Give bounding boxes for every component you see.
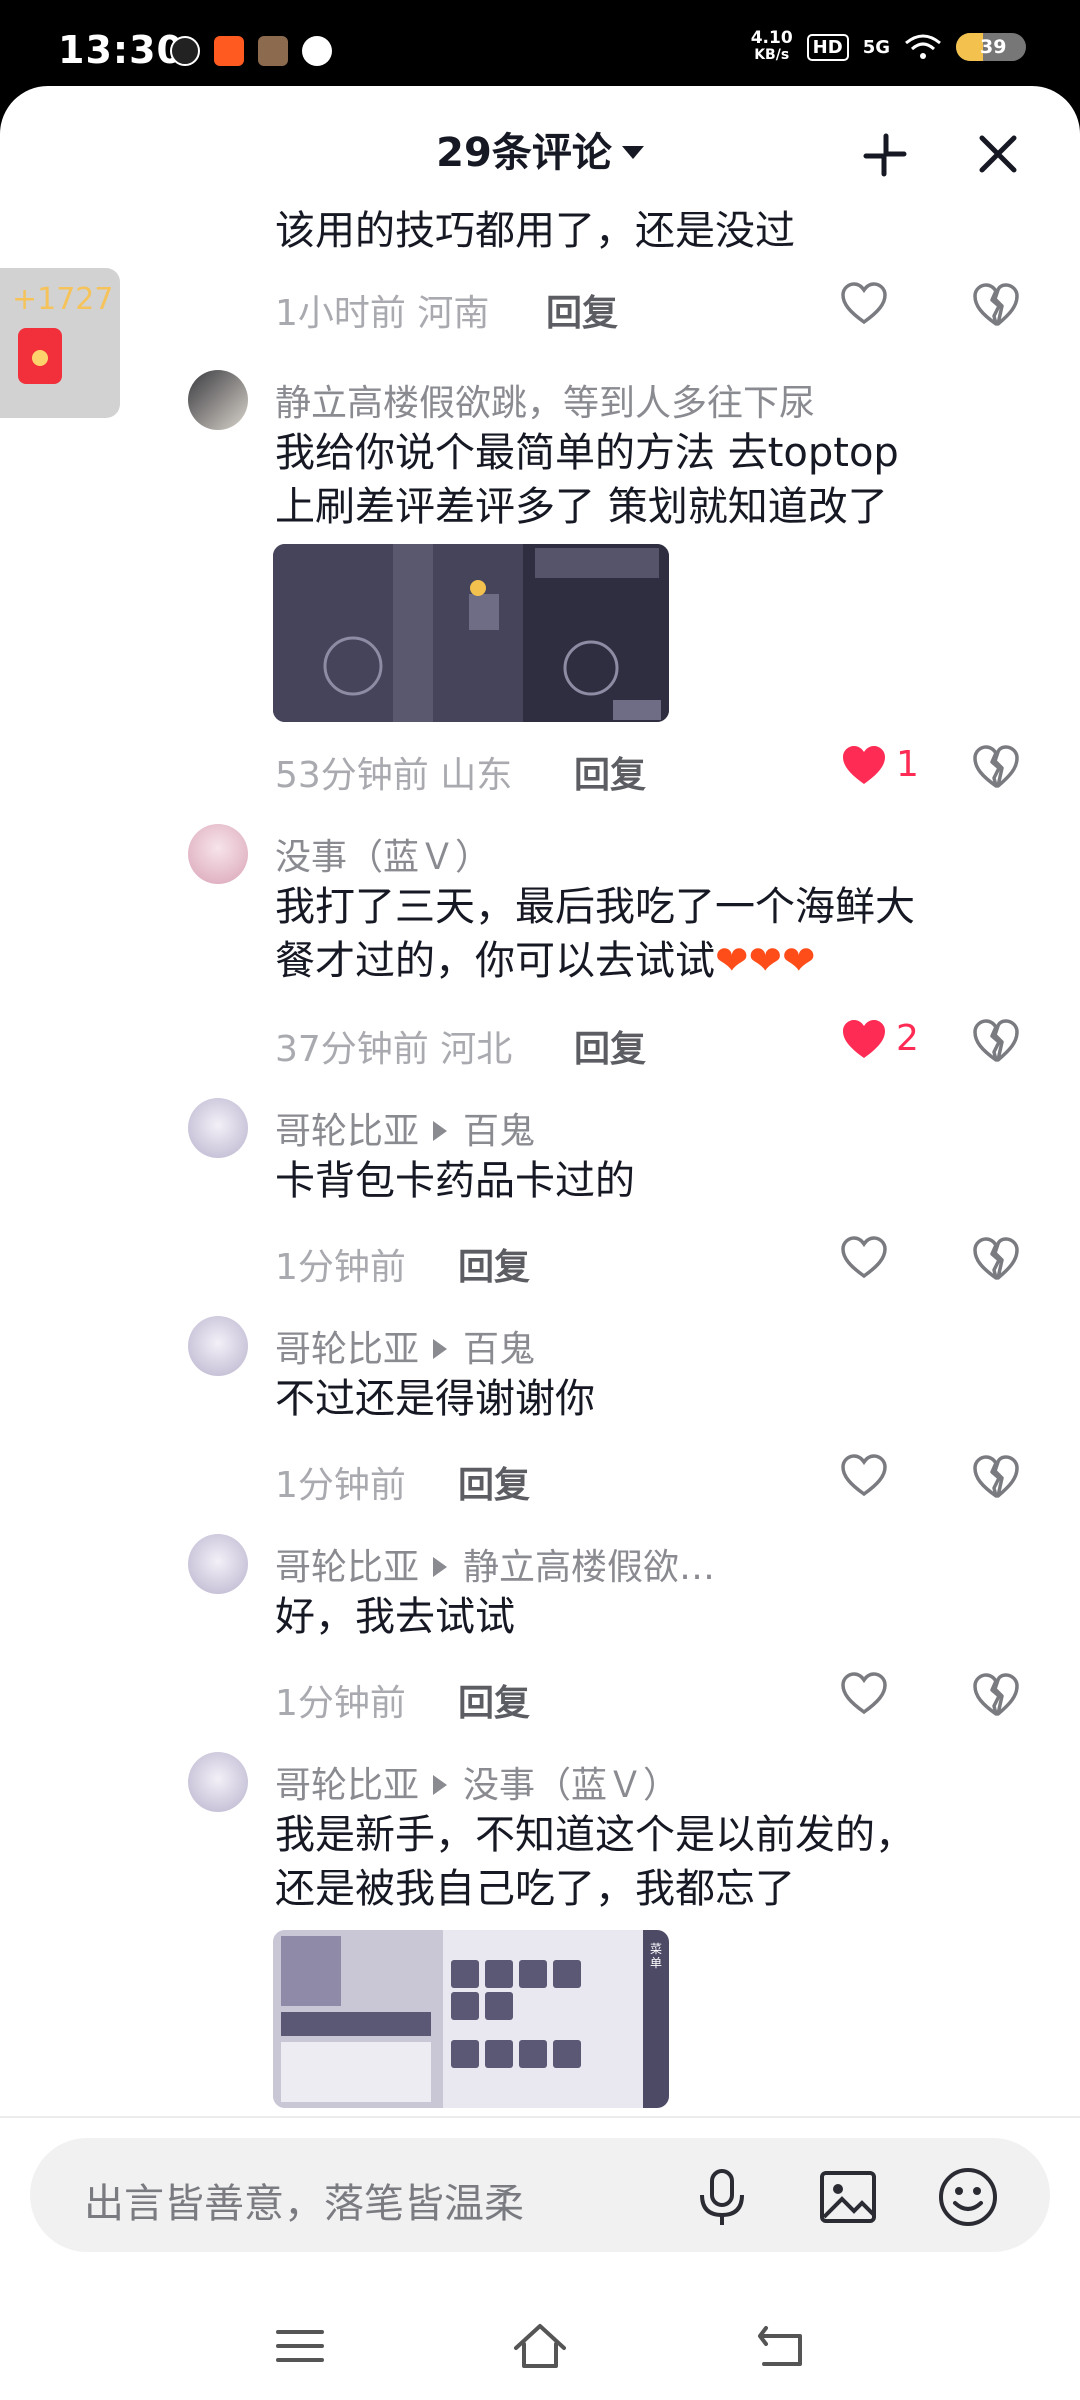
comment-text: 好，我去试试 (275, 1594, 515, 1640)
heart-icon[interactable] (840, 1236, 888, 1280)
reply-button[interactable]: 回复 (546, 284, 618, 336)
battery-indicator: 39 (956, 33, 1026, 61)
battery-percent: 39 (980, 36, 1007, 58)
comment-text-line: 我是新手，不知道这个是以前发的， (275, 1812, 915, 1858)
reply-arrow-icon (433, 1557, 448, 1577)
comment-image-inventory-screenshot[interactable] (273, 1930, 669, 2108)
comment-list: 该用的技巧都用了，还是没过 1小时前 河南 回复 静立高楼假欲跳，等到人多往下尿… (0, 86, 1080, 2116)
comment-author-reply: 哥轮比亚 没事（蓝Ｖ） (275, 1756, 679, 1808)
comment-author-reply: 哥轮比亚 百鬼 (275, 1102, 535, 1154)
net-speed-value: 4.10 (750, 28, 793, 48)
comment-author[interactable]: 哥轮比亚 (275, 1547, 419, 1588)
avatar[interactable] (188, 1752, 248, 1812)
reply-to-user[interactable]: 百鬼 (463, 1111, 535, 1152)
status-time: 13:30 (58, 28, 184, 72)
net-speed: 4.10 KB/s (751, 30, 793, 64)
net-speed-unit: KB/s (754, 47, 790, 63)
comments-sheet: 29条评论 该用的技巧都用了，还是没过 1小时前 河南 回复 静立高楼假欲跳，等… (0, 86, 1080, 2400)
like-count: 1 (896, 744, 919, 785)
comment-time: 1分钟前 (275, 1683, 406, 1724)
heart-icon[interactable] (840, 1454, 888, 1498)
reply-arrow-icon (433, 1121, 448, 1141)
comment-time-location: 1小时前 河南 (275, 293, 490, 334)
bot-app-icon (170, 36, 200, 66)
comment-author[interactable]: 没事（蓝Ｖ） (275, 828, 491, 880)
avatar[interactable] (188, 1316, 248, 1376)
comment-input-bar[interactable]: 出言皆善意，落笔皆温柔 (30, 2138, 1050, 2252)
menu-icon[interactable] (272, 2318, 328, 2374)
divider (0, 2116, 1080, 2118)
avatar[interactable] (188, 370, 248, 430)
comment-text-line2: 餐才过的，你可以去试试 (275, 938, 715, 984)
comment-author[interactable]: 静立高楼假欲跳，等到人多往下尿 (275, 374, 815, 426)
status-bar: 13:30 4.10 KB/s HD 5G 39 (0, 0, 1080, 86)
broken-heart-icon[interactable] (972, 1236, 1020, 1282)
heart-icon-liked[interactable] (840, 744, 888, 788)
comment-time-location: 37分钟前 河北 (275, 1029, 513, 1070)
heart-icon-liked[interactable] (840, 1018, 888, 1062)
taobao-app-icon (214, 36, 244, 66)
comment-time: 1分钟前 (275, 1247, 406, 1288)
heart-emoji-icon: ❤❤❤ (715, 938, 816, 984)
reply-button[interactable]: 回复 (458, 1238, 530, 1290)
red-packet-icon (18, 328, 62, 384)
comment-author[interactable]: 哥轮比亚 (275, 1765, 419, 1806)
heart-icon[interactable] (840, 282, 888, 326)
red-packet-float[interactable]: +1727 (0, 268, 120, 418)
comment-text-line: 我打了三天，最后我吃了一个海鲜大 (275, 884, 915, 930)
comment-author-reply: 哥轮比亚 百鬼 (275, 1320, 535, 1372)
signal-5g: 5G (862, 36, 890, 58)
broken-heart-icon[interactable] (972, 1454, 1020, 1500)
status-right: 4.10 KB/s HD 5G 39 (751, 30, 1026, 64)
avatar[interactable] (188, 1098, 248, 1158)
check-icon (302, 36, 332, 66)
reply-arrow-icon (433, 1775, 448, 1795)
wifi-icon (905, 34, 941, 59)
red-packet-count: +1727 (12, 282, 114, 317)
reply-arrow-icon (433, 1339, 448, 1359)
reply-to-user[interactable]: 静立高楼假欲… (463, 1547, 715, 1588)
comment-text: 该用的技巧都用了，还是没过 (275, 208, 795, 254)
comment-time: 1分钟前 (275, 1465, 406, 1506)
hd-badge: HD (806, 33, 849, 61)
comment-time-location: 53分钟前 山东 (275, 755, 513, 796)
comment-author-reply: 哥轮比亚 静立高楼假欲… (275, 1538, 715, 1590)
image-label-text: 菜单 (650, 1942, 663, 1970)
reply-to-user[interactable]: 没事（蓝Ｖ） (463, 1765, 679, 1806)
broken-heart-icon[interactable] (972, 282, 1020, 328)
reply-to-user[interactable]: 百鬼 (463, 1329, 535, 1370)
broken-heart-icon[interactable] (972, 1672, 1020, 1718)
comment-image-game-screenshot[interactable] (273, 544, 669, 722)
broken-heart-icon[interactable] (972, 744, 1020, 790)
heart-icon[interactable] (840, 1672, 888, 1716)
comment-input-placeholder[interactable]: 出言皆善意，落笔皆温柔 (84, 2171, 524, 2229)
reply-button[interactable]: 回复 (574, 746, 646, 798)
game-app-icon (258, 36, 288, 66)
comment-text: 不过还是得谢谢你 (275, 1376, 595, 1422)
comment-text-line: 还是被我自己吃了，我都忘了 (275, 1866, 795, 1912)
like-count: 2 (896, 1018, 919, 1059)
reply-button[interactable]: 回复 (458, 1674, 530, 1726)
comment-text-line: 上刷差评差评多了 策划就知道改了 (275, 484, 888, 530)
emoji-icon[interactable] (936, 2165, 1000, 2229)
broken-heart-icon[interactable] (972, 1018, 1020, 1064)
comment-text: 卡背包卡药品卡过的 (275, 1158, 635, 1204)
avatar[interactable] (188, 1534, 248, 1594)
notification-icons (170, 36, 332, 66)
back-icon[interactable] (752, 2318, 808, 2374)
comment-text-line: 我给你说个最简单的方法 去toptop (275, 430, 899, 476)
image-icon[interactable] (816, 2165, 880, 2229)
reply-button[interactable]: 回复 (458, 1456, 530, 1508)
reply-button[interactable]: 回复 (574, 1020, 646, 1072)
avatar[interactable] (188, 824, 248, 884)
comment-author[interactable]: 哥轮比亚 (275, 1329, 419, 1370)
home-icon[interactable] (512, 2318, 568, 2374)
comment-author[interactable]: 哥轮比亚 (275, 1111, 419, 1152)
comment-text-line: 餐才过的，你可以去试试❤❤❤ (275, 934, 816, 988)
mic-icon[interactable] (690, 2165, 754, 2229)
